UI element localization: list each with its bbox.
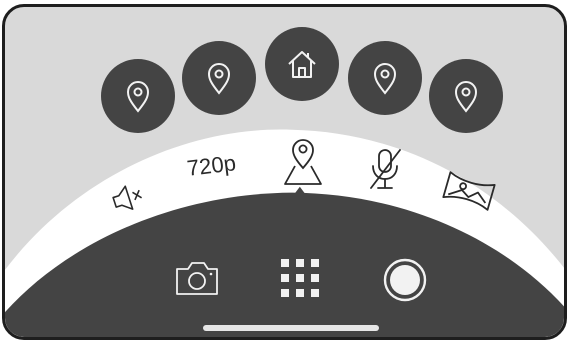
location-button-2[interactable] bbox=[182, 41, 256, 115]
camera-button[interactable] bbox=[171, 255, 223, 301]
speaker-mute-icon bbox=[112, 185, 143, 210]
map-pin-button[interactable] bbox=[280, 133, 326, 189]
record-button[interactable] bbox=[380, 255, 430, 305]
camera-icon bbox=[176, 262, 218, 295]
location-pin-icon bbox=[454, 81, 478, 113]
record-icon bbox=[383, 258, 427, 302]
location-button-1[interactable] bbox=[101, 59, 175, 133]
panorama-icon bbox=[442, 171, 496, 211]
panorama-button[interactable] bbox=[439, 167, 499, 215]
map-pin-icon bbox=[284, 139, 322, 185]
phone-screen: 720p bbox=[2, 4, 567, 340]
mic-off-button[interactable] bbox=[361, 143, 409, 195]
mic-off-icon bbox=[370, 149, 401, 189]
home-indicator[interactable] bbox=[203, 325, 379, 331]
location-pin-icon bbox=[207, 63, 231, 95]
location-pin-icon bbox=[373, 63, 397, 95]
location-button-3[interactable] bbox=[348, 41, 422, 115]
location-pin-icon bbox=[126, 81, 150, 113]
location-button-4[interactable] bbox=[429, 59, 503, 133]
home-icon bbox=[288, 51, 316, 78]
grid-icon bbox=[281, 259, 319, 297]
home-button[interactable] bbox=[265, 27, 339, 101]
grid-menu-button[interactable] bbox=[277, 255, 323, 301]
mute-button[interactable] bbox=[105, 175, 151, 221]
